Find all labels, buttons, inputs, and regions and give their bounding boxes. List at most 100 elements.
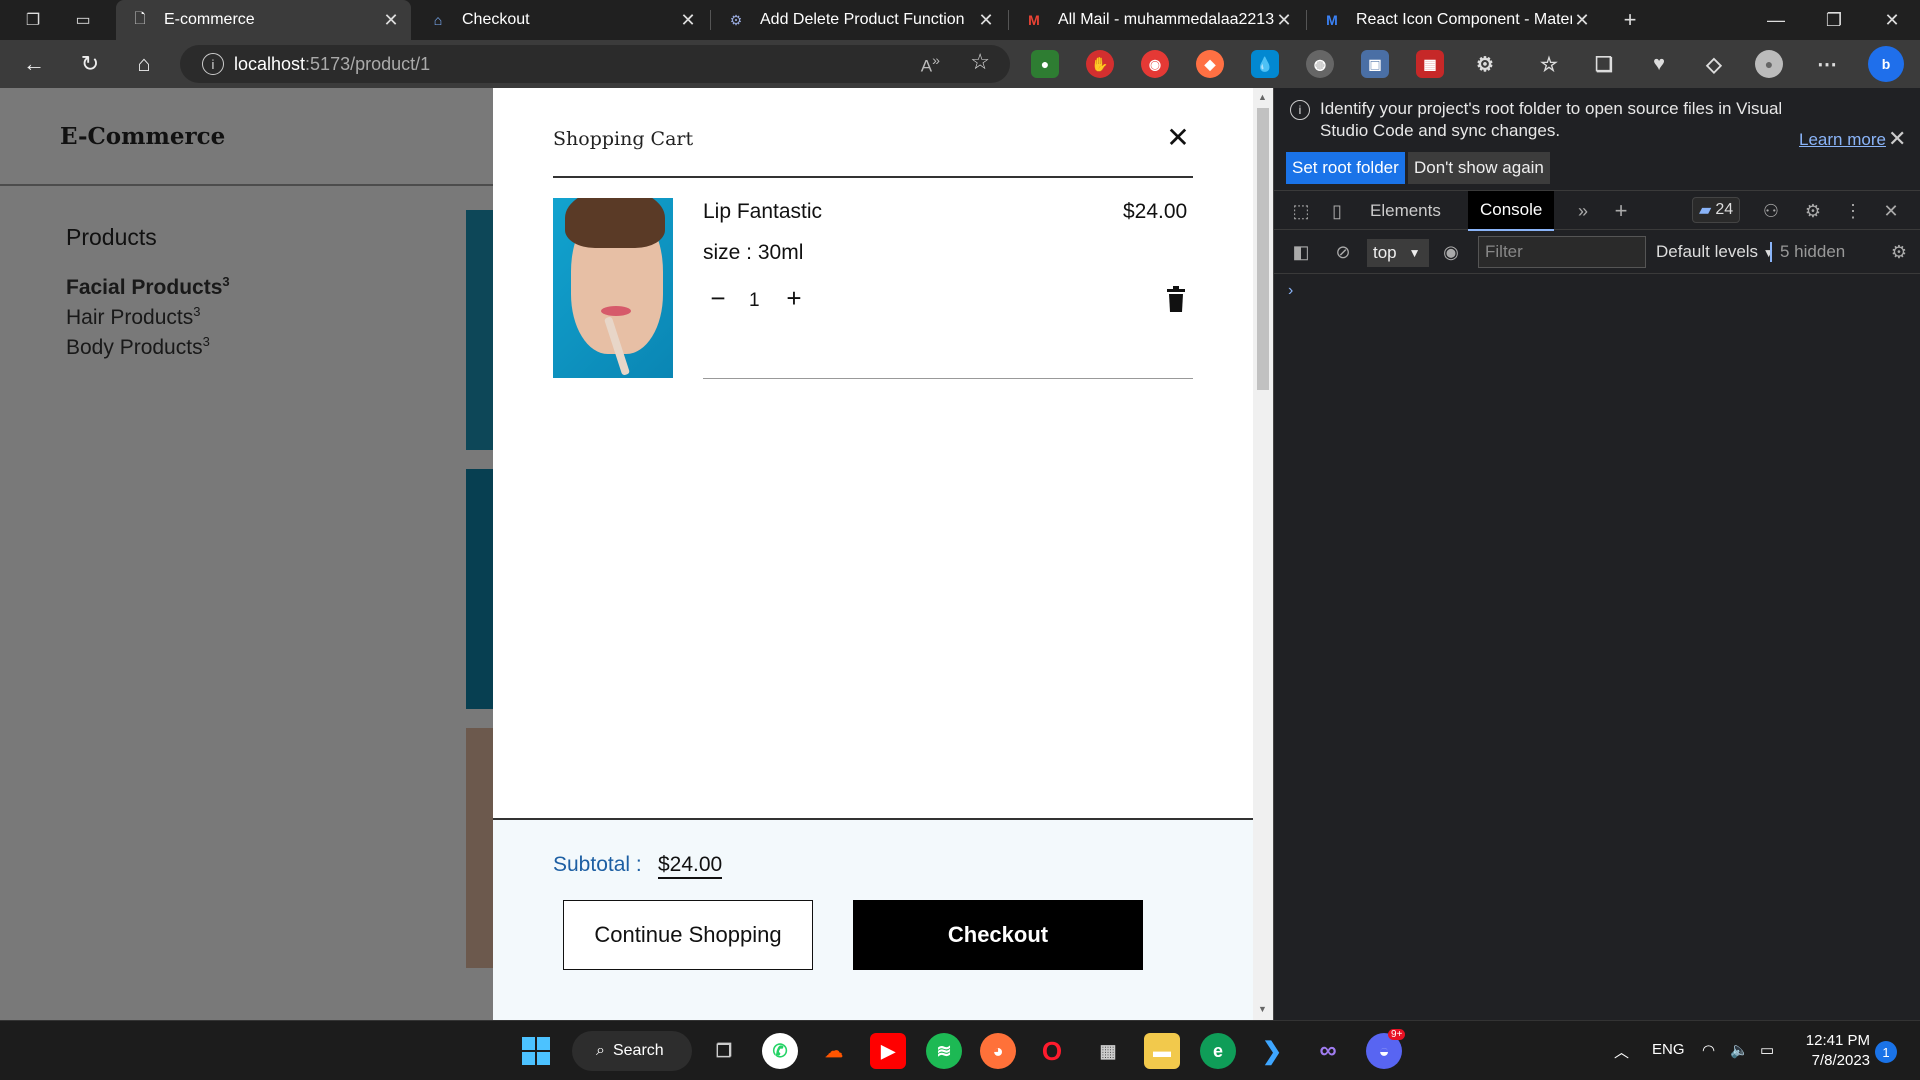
extension-globe-icon[interactable]: ◍ (1306, 50, 1334, 78)
close-icon[interactable]: ✕ (1274, 10, 1294, 31)
profile-avatar-icon[interactable]: ● (1755, 50, 1783, 78)
close-icon[interactable]: ✕ (1572, 10, 1592, 31)
favorites-icon[interactable]: ☆ (1535, 50, 1563, 78)
tab-title: E-commerce (164, 11, 255, 28)
context-select[interactable]: top ▼ (1367, 239, 1429, 267)
close-devtools-icon[interactable]: ✕ (1878, 198, 1904, 224)
increase-quantity-button[interactable]: + (783, 283, 805, 313)
whatsapp-icon[interactable]: ✆ (762, 1033, 798, 1069)
scroll-down-icon[interactable]: ▼ (1258, 1004, 1267, 1014)
tab-mui[interactable]: M React Icon Component - Materia ✕ (1308, 0, 1602, 40)
bing-icon[interactable]: b (1868, 46, 1904, 82)
volume-icon[interactable]: 🔈 (1730, 1041, 1749, 1059)
close-icon[interactable]: ✕ (976, 10, 996, 31)
page-icon: 🗋 (134, 10, 146, 26)
minimize-icon[interactable]: — (1748, 0, 1804, 40)
checkout-button[interactable]: Checkout (853, 900, 1143, 970)
device-toolbar-icon[interactable]: ▯ (1324, 198, 1350, 224)
window-close-icon[interactable]: ✕ (1864, 0, 1920, 40)
firefox-icon[interactable]: ◕ (980, 1033, 1016, 1069)
issues-badge[interactable]: ▰ 24 (1692, 197, 1741, 223)
opera-icon[interactable]: O (1034, 1033, 1070, 1069)
decrease-quantity-button[interactable]: − (707, 283, 729, 313)
site-info-icon[interactable]: i (202, 53, 224, 75)
close-icon[interactable]: ✕ (1888, 126, 1906, 152)
tab-actions-icon[interactable]: ▭ (70, 8, 96, 32)
extension-colorful-icon[interactable]: ◆ (1196, 50, 1224, 78)
inspect-icon[interactable]: ⬚ (1288, 198, 1314, 224)
tab-gmail[interactable]: M All Mail - muhammedalaa2213@ ✕ (1010, 0, 1304, 40)
home-icon[interactable]: ⌂ (128, 48, 160, 80)
filter-input[interactable]: Filter (1478, 236, 1646, 268)
extensions-puzzle-icon[interactable]: ⚙ (1471, 50, 1499, 78)
more-tabs-icon[interactable]: » (1570, 198, 1596, 224)
back-icon[interactable]: ← (18, 48, 50, 80)
set-root-folder-button[interactable]: Set root folder (1286, 152, 1405, 184)
favorite-star-icon[interactable]: ☆ (970, 49, 990, 75)
console-prompt-icon[interactable]: › (1288, 282, 1293, 300)
extension-hand-icon[interactable]: ✋ (1086, 50, 1114, 78)
clear-console-icon[interactable]: ⊘ (1330, 239, 1356, 265)
model-lips (601, 306, 631, 316)
console-settings-icon[interactable]: ⚙ (1886, 239, 1912, 265)
store-icon[interactable]: ▦ (1090, 1033, 1126, 1069)
tab-console[interactable]: Console (1468, 191, 1555, 231)
add-tab-icon[interactable]: + (1608, 198, 1634, 224)
visual-studio-icon[interactable]: ∞ (1310, 1033, 1346, 1069)
copilot-icon[interactable]: ◇ (1700, 50, 1728, 78)
tab-checkout[interactable]: ⌂ Checkout ✕ (414, 0, 708, 40)
soundcloud-icon[interactable]: ☁ (816, 1033, 852, 1069)
tab-chatgpt[interactable]: ⚙ Add Delete Product Function ✕ (712, 0, 1006, 40)
windows-start-icon[interactable] (518, 1033, 554, 1069)
tab-elements[interactable]: Elements (1358, 191, 1453, 231)
tab-ecommerce[interactable]: 🗋 E-commerce ✕ (116, 0, 411, 40)
sidebar-toggle-icon[interactable]: ◧ (1288, 239, 1314, 265)
kebab-menu-icon[interactable]: ⋮ (1840, 198, 1866, 224)
extension-green-icon[interactable]: ● (1031, 50, 1059, 78)
learn-more-link[interactable]: Learn more (1799, 130, 1886, 150)
read-aloud-icon[interactable]: A» (921, 53, 940, 77)
spotify-icon[interactable]: ≋ (926, 1033, 962, 1069)
scroll-up-icon[interactable]: ▲ (1258, 92, 1267, 102)
refresh-icon[interactable]: ↻ (74, 48, 106, 80)
taskbar-search[interactable]: ⌕ Search (572, 1031, 692, 1071)
log-levels-dropdown[interactable]: Default levels ▼ (1656, 242, 1775, 262)
show-hidden-icons-icon[interactable]: ︿ (1614, 1041, 1629, 1062)
close-icon[interactable]: ✕ (381, 10, 401, 31)
more-menu-icon[interactable]: ⋯ (1813, 50, 1841, 78)
extension-chat-icon[interactable]: ▣ (1361, 50, 1389, 78)
new-tab-icon[interactable]: + (1617, 7, 1643, 32)
close-icon[interactable]: ✕ (678, 10, 698, 31)
url-field[interactable]: i localhost:5173/product/1 A» ☆ (180, 45, 1010, 83)
hidden-count: 5 hidden (1770, 242, 1845, 262)
network-icon[interactable]: ⚇ (1758, 198, 1784, 224)
vscode-icon[interactable]: ❯ (1254, 1033, 1290, 1069)
close-icon[interactable]: ✕ (1163, 122, 1193, 153)
language-indicator[interactable]: ENG (1652, 1041, 1685, 1058)
notification-badge[interactable]: 1 (1875, 1041, 1897, 1063)
edge-icon[interactable]: e (1200, 1033, 1236, 1069)
restore-icon[interactable]: ❐ (1806, 0, 1862, 40)
file-explorer-icon[interactable]: ▬ (1144, 1033, 1180, 1069)
collections-icon[interactable]: ❏ (1590, 50, 1618, 78)
url-path: :5173/product/1 (305, 53, 431, 74)
drawer-scrollbar[interactable]: ▲ ▼ (1253, 88, 1273, 1020)
trash-icon[interactable] (1165, 286, 1187, 312)
eye-icon[interactable]: ◉ (1438, 239, 1464, 265)
extension-chrome-icon[interactable]: ◉ (1141, 50, 1169, 78)
workspaces-icon[interactable]: ❐ (20, 8, 46, 32)
continue-shopping-button[interactable]: Continue Shopping (563, 900, 813, 970)
dont-show-again-button[interactable]: Don't show again (1408, 152, 1550, 184)
wifi-icon[interactable]: ◠ (1702, 1041, 1715, 1059)
clock[interactable]: 12:41 PM 7/8/2023 (1800, 1031, 1870, 1071)
settings-gear-icon[interactable]: ⚙ (1800, 198, 1826, 224)
issues-count: 24 (1715, 201, 1734, 218)
youtube-icon[interactable]: ▶ (870, 1033, 906, 1069)
extension-drop-icon[interactable]: 💧 (1251, 50, 1279, 78)
tab-logo-icon: ⌂ (433, 12, 443, 28)
task-view-icon[interactable]: ❐ (706, 1033, 742, 1069)
extension-red-grid-icon[interactable]: ▦ (1416, 50, 1444, 78)
performance-icon[interactable]: ♥ (1645, 50, 1673, 78)
scrollbar-thumb[interactable] (1257, 108, 1269, 390)
battery-icon[interactable]: ▭ (1760, 1041, 1774, 1059)
